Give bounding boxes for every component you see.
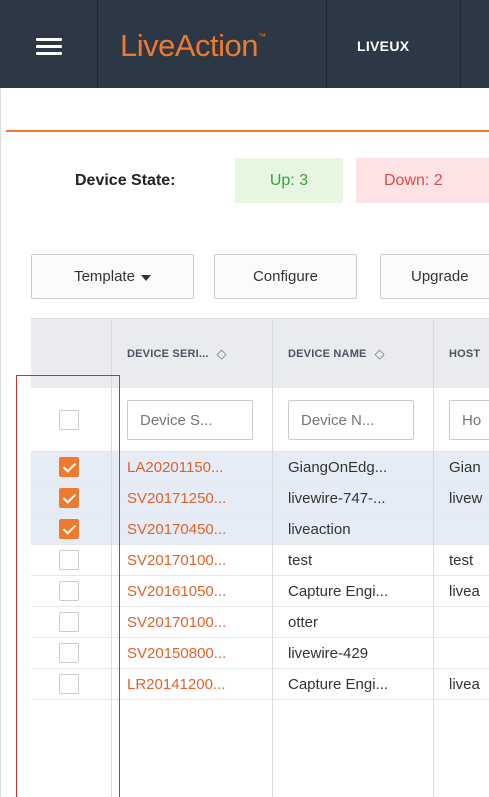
table-row[interactable]: SV20150800... livewire-429 [31, 638, 489, 669]
column-header-label: HOST [449, 348, 481, 360]
column-divider [111, 318, 112, 797]
column-divider [272, 318, 273, 797]
host-filter-input[interactable] [449, 400, 489, 440]
device-serial-cell[interactable]: SV20171250... [127, 483, 267, 514]
caret-down-icon [140, 274, 151, 281]
row-checkbox[interactable] [59, 488, 79, 508]
device-serial-filter-input[interactable] [127, 400, 253, 440]
device-state-up-badge[interactable]: Up: 3 [235, 158, 343, 203]
table-row[interactable]: SV20171250... livewire-747-... livew [31, 483, 489, 514]
row-checkbox[interactable] [59, 457, 79, 477]
nav-item-liveux[interactable]: LIVEUX [357, 38, 409, 54]
nav-divider [97, 0, 98, 88]
table-row[interactable]: LR20141200... Capture Engi... livea [31, 669, 489, 700]
column-header-label: DEVICE NAME [288, 348, 367, 360]
logo-trademark: ™ [258, 32, 266, 41]
column-header-device-serial[interactable]: DEVICE SERI... ◇ [127, 319, 227, 389]
row-checkbox[interactable] [59, 519, 79, 539]
table-row[interactable]: SV20170100... otter [31, 607, 489, 638]
device-name-cell: livewire-429 [288, 645, 369, 662]
sort-icon[interactable]: ◇ [375, 346, 385, 362]
column-header-label: DEVICE SERI... [127, 348, 209, 360]
template-button-label: Template [74, 268, 135, 285]
host-cell [449, 607, 489, 638]
device-name-cell: Capture Engi... [288, 676, 389, 693]
row-checkbox[interactable] [59, 674, 79, 694]
host-cell [449, 638, 489, 669]
template-dropdown-button[interactable]: Template [31, 254, 194, 299]
table-header: DEVICE SERI... ◇ DEVICE NAME ◇ HOST [31, 318, 489, 388]
row-checkbox[interactable] [59, 612, 79, 632]
table-row[interactable]: SV20170450... liveaction [31, 514, 489, 545]
host-cell: livew [449, 490, 483, 507]
filter-row [31, 388, 489, 452]
column-header-host[interactable]: HOST [449, 319, 480, 389]
column-divider [433, 318, 434, 797]
device-name-cell: test [288, 552, 313, 569]
configure-button[interactable]: Configure [214, 254, 357, 299]
host-cell: Gian [449, 459, 481, 476]
device-name-filter-input[interactable] [288, 400, 414, 440]
host-cell: test [449, 552, 474, 569]
select-all-checkbox[interactable] [59, 410, 79, 430]
column-header-device-name[interactable]: DEVICE NAME ◇ [288, 319, 385, 389]
sort-icon[interactable]: ◇ [217, 346, 227, 362]
device-serial-cell[interactable]: SV20150800... [127, 638, 267, 669]
table-row[interactable]: SV20161050... Capture Engi... livea [31, 576, 489, 607]
nav-divider [326, 0, 327, 88]
logo-text: LiveAction [120, 28, 259, 63]
device-serial-cell[interactable]: SV20170100... [127, 607, 267, 638]
device-name-cell: GiangOnEdg... [288, 459, 388, 476]
host-cell [449, 514, 489, 545]
device-state-down-badge[interactable]: Down: 2 [356, 158, 489, 203]
row-checkbox[interactable] [59, 550, 79, 570]
device-state-label: Device State: [75, 172, 176, 189]
top-nav-bar: LiveAction™ LIVEUX [0, 0, 489, 88]
device-serial-cell[interactable]: LR20141200... [127, 669, 267, 700]
device-serial-cell[interactable]: SV20161050... [127, 576, 267, 607]
row-checkbox[interactable] [59, 643, 79, 663]
upgrade-button[interactable]: Upgrade [380, 254, 489, 299]
device-name-cell: Capture Engi... [288, 583, 389, 600]
table-row[interactable]: SV20170100... test test [31, 545, 489, 576]
liveaction-logo[interactable]: LiveAction™ [120, 28, 266, 64]
row-checkbox[interactable] [59, 581, 79, 601]
nav-divider [460, 0, 461, 88]
menu-icon[interactable] [36, 38, 62, 56]
device-serial-cell[interactable]: SV20170450... [127, 514, 267, 545]
device-serial-cell[interactable]: LA20201150... [127, 452, 267, 483]
device-name-cell: liveaction [288, 521, 351, 538]
device-name-cell: livewire-747-... [288, 490, 386, 507]
left-panel-border [0, 88, 1, 797]
device-serial-cell[interactable]: SV20170100... [127, 545, 267, 576]
host-cell: livea [449, 676, 480, 693]
section-divider [6, 130, 489, 132]
host-cell: livea [449, 583, 480, 600]
device-name-cell: otter [288, 614, 319, 631]
table-row[interactable]: LA20201150... GiangOnEdg... Gian [31, 452, 489, 483]
